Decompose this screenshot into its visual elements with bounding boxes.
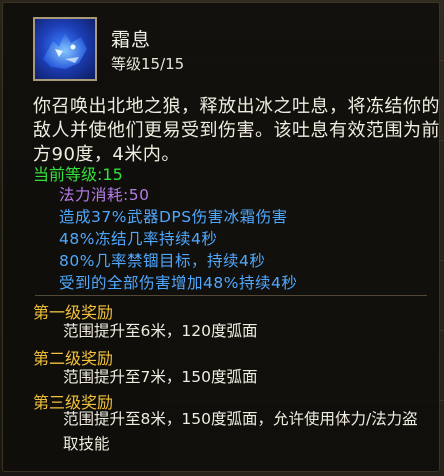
rank-3-desc: 范围提升至8米，150度弧面，允许使用体力/法力盗取技能 [63, 410, 418, 453]
freeze-chance-stat: 48%冻结几率持续4秒 [59, 230, 218, 248]
section-divider [35, 295, 427, 296]
rank-1-desc: 范围提升至6米，120度弧面 [63, 322, 258, 340]
skill-tooltip: 霜息 等级15/15 你召唤出北地之狼，释放出冰之吐息，将冻结你的敌人并使他们更… [2, 2, 440, 472]
skill-name: 霜息 [111, 29, 152, 51]
root-chance-stat: 80%几率禁锢目标，持续4秒 [59, 252, 266, 270]
rank-2-desc: 范围提升至7米，150度弧面 [63, 368, 258, 386]
current-level-label: 当前等级:15 [33, 165, 123, 184]
damage-stat: 造成37%武器DPS伤害冰霜伤害 [59, 208, 288, 226]
mana-cost-stat: 法力消耗:50 [59, 186, 150, 204]
damage-taken-stat: 受到的全部伤害增加48%持续4秒 [59, 274, 298, 292]
skill-level: 等级15/15 [111, 55, 185, 73]
frost-wolf-icon [33, 17, 97, 81]
skill-description: 你召唤出北地之狼，释放出冰之吐息，将冻结你的敌人并使他们更易受到伤害。该吐息有效… [33, 96, 440, 165]
